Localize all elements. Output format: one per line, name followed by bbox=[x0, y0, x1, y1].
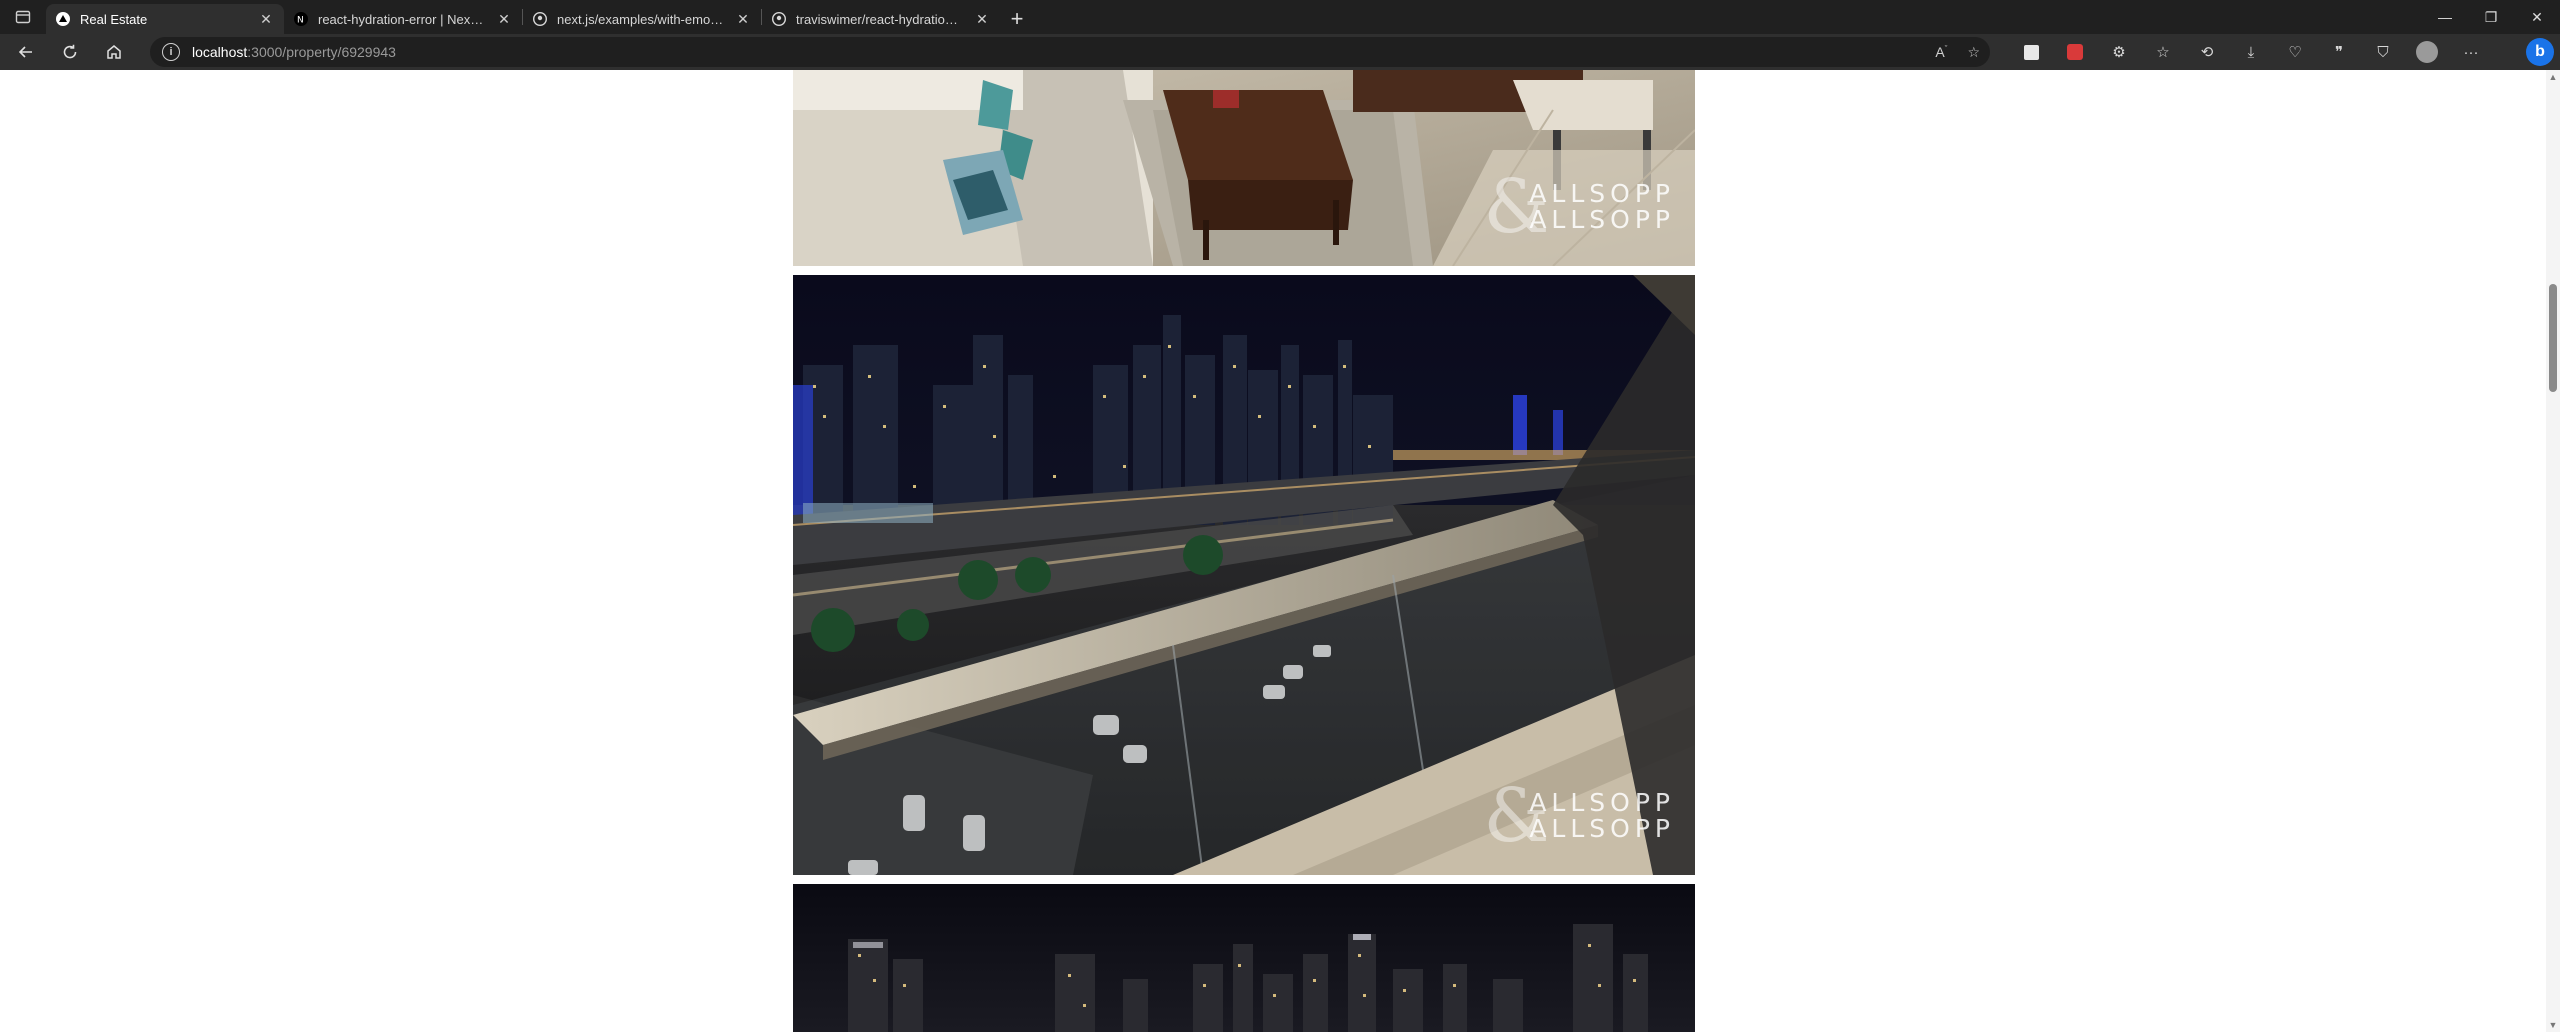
minimize-icon: — bbox=[2438, 9, 2452, 25]
scroll-down-arrow-icon[interactable]: ▼ bbox=[2546, 1018, 2560, 1032]
allsopp-watermark: & ALLSOPP ALLSOPP bbox=[1483, 779, 1675, 853]
profile-avatar-icon[interactable] bbox=[2416, 41, 2438, 63]
svg-text:N: N bbox=[297, 16, 304, 26]
watermark-line1: ALLSOPP bbox=[1529, 178, 1675, 208]
tab-title: traviswimer/react-hydration-pro bbox=[796, 11, 964, 27]
github-icon bbox=[533, 12, 547, 26]
extension-square-icon[interactable] bbox=[2020, 41, 2042, 63]
tab-github-emotion[interactable]: next.js/examples/with-emotion a ✕ bbox=[523, 4, 761, 34]
refresh-button[interactable] bbox=[48, 34, 92, 70]
watermark-line1: ALLSOPP bbox=[1529, 787, 1675, 817]
history-icon[interactable]: ⟲ bbox=[2196, 41, 2218, 63]
tab-nextjs-docs[interactable]: N react-hydration-error | Next.js ✕ bbox=[284, 4, 522, 34]
tab-title: react-hydration-error | Next.js bbox=[318, 11, 486, 27]
restore-icon: ❐ bbox=[2484, 8, 2498, 25]
address-bar-actions: Aˇ ☆ bbox=[1935, 37, 1980, 67]
watermark-line2: ALLSOPP bbox=[1529, 814, 1675, 843]
property-photo-living-room[interactable]: & ALLSOPP ALLSOPP bbox=[793, 70, 1695, 266]
nextjs-icon: N bbox=[294, 12, 308, 26]
window-controls: — ❐ ✕ bbox=[2422, 0, 2560, 34]
bing-icon: b bbox=[2535, 43, 2545, 60]
restore-button[interactable]: ❐ bbox=[2468, 0, 2514, 34]
tab-title: next.js/examples/with-emotion a bbox=[557, 11, 725, 27]
extension-red-icon[interactable] bbox=[2064, 41, 2086, 63]
page-content: & ALLSOPP ALLSOPP & ALLSOPP ALLSOPP bbox=[0, 70, 2560, 1032]
scroll-up-arrow-icon[interactable]: ▲ bbox=[2546, 70, 2560, 84]
read-aloud-icon[interactable]: Aˇ bbox=[1935, 44, 1947, 60]
extensions-bar: ⚙ ☆ ⟲ ⤓ ♡ ❞ ⛉ ··· bbox=[2020, 34, 2482, 70]
property-photo-balcony-view[interactable]: & ALLSOPP ALLSOPP bbox=[793, 275, 1695, 875]
property-photo-skyline[interactable] bbox=[793, 884, 1695, 1032]
home-icon bbox=[107, 45, 121, 59]
watermark-line2: ALLSOPP bbox=[1529, 205, 1675, 234]
favorite-star-icon[interactable]: ☆ bbox=[1967, 44, 1980, 61]
tab-title: Real Estate bbox=[80, 11, 148, 27]
close-tab-icon[interactable]: ✕ bbox=[974, 11, 990, 27]
url-path: :3000/property/6929943 bbox=[247, 44, 396, 60]
url-host: localhost bbox=[192, 44, 248, 60]
favorites-icon[interactable]: ☆ bbox=[2152, 41, 2174, 63]
puzzle-icon[interactable]: ⚙ bbox=[2108, 41, 2130, 63]
plus-icon: + bbox=[1010, 6, 1024, 31]
copilot-button[interactable]: b bbox=[2526, 38, 2554, 66]
url-text[interactable]: localhost:3000/property/6929943 bbox=[192, 44, 396, 60]
close-icon: ✕ bbox=[2531, 8, 2543, 25]
tab-strip: Real Estate ✕ N react-hydration-error | … bbox=[0, 0, 2560, 34]
performance-icon[interactable]: ♡ bbox=[2284, 41, 2306, 63]
scrollbar-thumb[interactable] bbox=[2549, 284, 2557, 392]
refresh-icon bbox=[63, 44, 77, 59]
quote-icon[interactable]: ❞ bbox=[2328, 41, 2350, 63]
night-skyline-image bbox=[793, 884, 1695, 1032]
arrow-left-icon bbox=[18, 46, 32, 58]
close-tab-icon[interactable]: ✕ bbox=[735, 11, 751, 27]
back-button[interactable] bbox=[4, 34, 48, 70]
github-icon bbox=[772, 12, 786, 26]
minimize-button[interactable]: — bbox=[2422, 0, 2468, 34]
allsopp-watermark: & ALLSOPP ALLSOPP bbox=[1483, 170, 1675, 244]
download-icon[interactable]: ⤓ bbox=[2240, 41, 2262, 63]
close-window-button[interactable]: ✕ bbox=[2514, 0, 2560, 34]
home-button[interactable] bbox=[92, 34, 136, 70]
more-menu-icon[interactable]: ··· bbox=[2460, 41, 2482, 63]
triangle-icon bbox=[56, 12, 70, 26]
browser-toolbar: i localhost:3000/property/6929943 Aˇ ☆ ⚙… bbox=[0, 34, 2560, 70]
address-bar[interactable]: i localhost:3000/property/6929943 Aˇ ☆ bbox=[150, 37, 1990, 67]
tab-actions-button[interactable] bbox=[0, 0, 46, 34]
tab-actions-icon bbox=[15, 10, 31, 24]
close-tab-icon[interactable]: ✕ bbox=[258, 11, 274, 27]
browser-essentials-icon[interactable]: ⛉ bbox=[2372, 41, 2394, 63]
tab-github-hydration[interactable]: traviswimer/react-hydration-pro ✕ bbox=[762, 4, 1000, 34]
page-scrollbar[interactable]: ▲ ▼ bbox=[2546, 70, 2560, 1032]
close-tab-icon[interactable]: ✕ bbox=[496, 11, 512, 27]
new-tab-button[interactable]: + bbox=[1000, 4, 1034, 34]
info-icon[interactable]: i bbox=[162, 43, 180, 61]
tab-real-estate[interactable]: Real Estate ✕ bbox=[46, 4, 284, 34]
